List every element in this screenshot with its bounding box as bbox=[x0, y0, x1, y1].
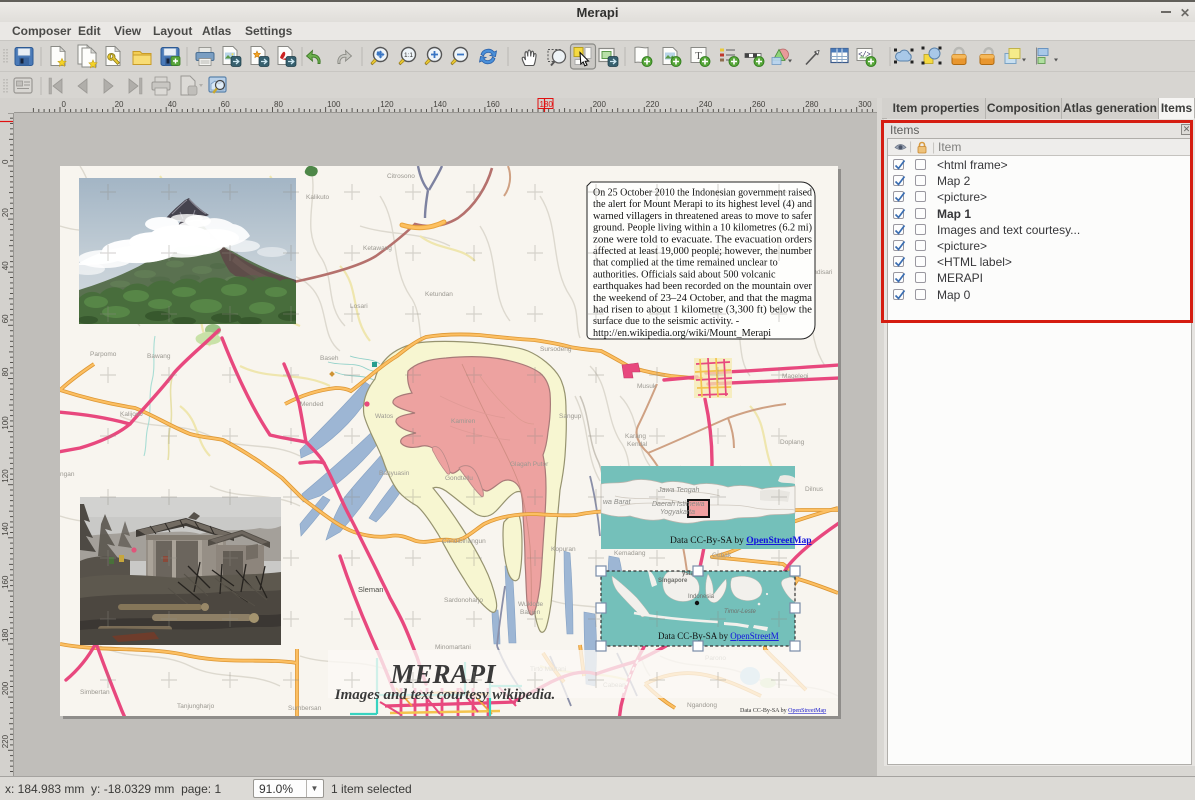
svg-text:that complied at the time rema: that complied at the time remained uncle… bbox=[593, 258, 778, 269]
svg-text:Doplang: Doplang bbox=[780, 439, 805, 446]
svg-text:Sangup: Sangup bbox=[559, 413, 582, 420]
svg-text:Daerah Istimewa: Daerah Istimewa bbox=[652, 501, 705, 508]
svg-text:80: 80 bbox=[1, 367, 10, 376]
svg-text:60: 60 bbox=[1, 314, 10, 323]
svg-text:120: 120 bbox=[1, 469, 10, 483]
svg-text:Images and text courtesy wikip: Images and text courtesy wikipedia. bbox=[334, 687, 555, 703]
svg-text:20: 20 bbox=[115, 100, 124, 109]
svg-text:220: 220 bbox=[1, 734, 10, 748]
svg-text:Jawa Tengah: Jawa Tengah bbox=[657, 487, 699, 494]
svg-text:160: 160 bbox=[1, 575, 10, 589]
svg-text:220: 220 bbox=[646, 100, 660, 109]
svg-text:Candibinangun: Candibinangun bbox=[442, 538, 486, 545]
svg-text:wa Barat: wa Barat bbox=[603, 499, 632, 506]
svg-text:Musuk: Musuk bbox=[637, 383, 657, 390]
svg-text:Bawang: Bawang bbox=[147, 353, 171, 360]
svg-text:zone were told to evacuate. Th: zone were told to evacuate. The evacuati… bbox=[593, 234, 812, 245]
svg-text:Simbertan: Simbertan bbox=[80, 689, 110, 696]
svg-text:100: 100 bbox=[327, 100, 341, 109]
svg-text:260: 260 bbox=[752, 100, 766, 109]
svg-text:180: 180 bbox=[540, 100, 554, 109]
svg-text:200: 200 bbox=[593, 100, 607, 109]
svg-text:earthquakes had been recorded: earthquakes had been recorded on the mou… bbox=[593, 281, 813, 292]
svg-text:Sleman: Sleman bbox=[358, 585, 383, 594]
svg-text:240: 240 bbox=[699, 100, 713, 109]
svg-text:Mended: Mended bbox=[300, 401, 324, 408]
svg-text:80: 80 bbox=[274, 100, 283, 109]
svg-text:Tanjungharjo: Tanjungharjo bbox=[177, 703, 215, 710]
svg-text:Sardonoharjo: Sardonoharjo bbox=[444, 597, 483, 604]
svg-text:Yogyakarta: Yogyakarta bbox=[660, 509, 695, 516]
svg-text:140: 140 bbox=[1, 522, 10, 536]
svg-text:Banyuasin: Banyuasin bbox=[379, 470, 410, 477]
svg-text:Ngandong: Ngandong bbox=[687, 702, 717, 709]
svg-text:20: 20 bbox=[1, 208, 10, 217]
svg-text:Banjen: Banjen bbox=[520, 609, 541, 616]
svg-text:100: 100 bbox=[1, 416, 10, 430]
svg-text:140: 140 bbox=[433, 100, 447, 109]
svg-text:Losari: Losari bbox=[350, 303, 368, 310]
svg-text:ground. People living within a: ground. People living within a 10 kilome… bbox=[593, 223, 812, 234]
svg-text:Ketundan: Ketundan bbox=[425, 291, 453, 298]
svg-text:160: 160 bbox=[486, 100, 500, 109]
svg-text:Kalijoso: Kalijoso bbox=[120, 411, 143, 418]
svg-text:http://en.wikipedia.org/wiki/M: http://en.wikipedia.org/wiki/Mount_Merap… bbox=[593, 328, 771, 339]
svg-text:Timor-Leste: Timor-Leste bbox=[724, 609, 757, 615]
svg-text:Baseh: Baseh bbox=[320, 355, 339, 362]
svg-text:Kamiren: Kamiren bbox=[451, 418, 476, 425]
svg-text:120: 120 bbox=[380, 100, 394, 109]
svg-text:Indonesia: Indonesia bbox=[688, 594, 715, 600]
svg-text:0: 0 bbox=[1, 159, 10, 164]
svg-text:Sumbersan: Sumbersan bbox=[288, 705, 322, 712]
svg-text:Minomartani: Minomartani bbox=[435, 644, 471, 651]
svg-text:the alert for Mount Merapi to: the alert for Mount Merapi to its highes… bbox=[593, 199, 812, 210]
svg-text:300: 300 bbox=[858, 100, 872, 109]
svg-text:Dilnus: Dilnus bbox=[805, 486, 824, 493]
svg-text:280: 280 bbox=[805, 100, 819, 109]
svg-text:affected at least 19,000 peopl: affected at least 19,000 people; however… bbox=[593, 246, 813, 257]
svg-text:Citrosono: Citrosono bbox=[387, 173, 415, 180]
svg-text:the weekend of 23–24 October,: the weekend of 23–24 October, and that t… bbox=[593, 293, 812, 304]
svg-text:Watos: Watos bbox=[375, 413, 394, 420]
svg-text:MERAPI: MERAPI bbox=[389, 659, 497, 689]
svg-text:Singapore: Singapore bbox=[658, 578, 688, 584]
svg-text:Ketawang: Ketawang bbox=[363, 245, 392, 252]
svg-text:40: 40 bbox=[168, 100, 177, 109]
svg-text:Data CC-By-SA by OpenStreetMap: Data CC-By-SA by OpenStreetMap bbox=[670, 536, 812, 546]
svg-text:Parpomo: Parpomo bbox=[90, 351, 117, 358]
svg-text:Karang: Karang bbox=[625, 433, 646, 440]
svg-text:ngan: ngan bbox=[60, 471, 75, 478]
svg-text:Wuklode: Wuklode bbox=[518, 601, 544, 608]
svg-text:60: 60 bbox=[221, 100, 230, 109]
svg-text:Magelegi: Magelegi bbox=[782, 373, 808, 380]
svg-text:180: 180 bbox=[1, 628, 10, 642]
svg-text:Sursodeng: Sursodeng bbox=[540, 346, 572, 353]
svg-text:Kemadang: Kemadang bbox=[614, 550, 646, 557]
svg-text:warned villagers in threatened: warned villagers in threatened areas to … bbox=[593, 211, 813, 222]
svg-text:Data CC-By-SA by OpenStreetM: Data CC-By-SA by OpenStreetM bbox=[658, 631, 779, 641]
svg-text:200: 200 bbox=[1, 681, 10, 695]
svg-text:Glagah Putor: Glagah Putor bbox=[510, 461, 549, 468]
svg-text:0: 0 bbox=[62, 100, 67, 109]
svg-text:40: 40 bbox=[1, 261, 10, 270]
svg-text:Kendal: Kendal bbox=[627, 441, 648, 448]
svg-text:Gondtellu: Gondtellu bbox=[445, 475, 473, 482]
svg-text:Kopuran: Kopuran bbox=[551, 546, 576, 553]
svg-text:authorities. Officials said ab: authorities. Officials said about 500 vo… bbox=[593, 269, 776, 280]
svg-text:Kalikuto: Kalikuto bbox=[306, 194, 330, 201]
svg-text:1:1: 1:1 bbox=[404, 52, 413, 59]
svg-text:Data CC-By-SA by OpenStreetMap: Data CC-By-SA by OpenStreetMap bbox=[740, 708, 826, 714]
